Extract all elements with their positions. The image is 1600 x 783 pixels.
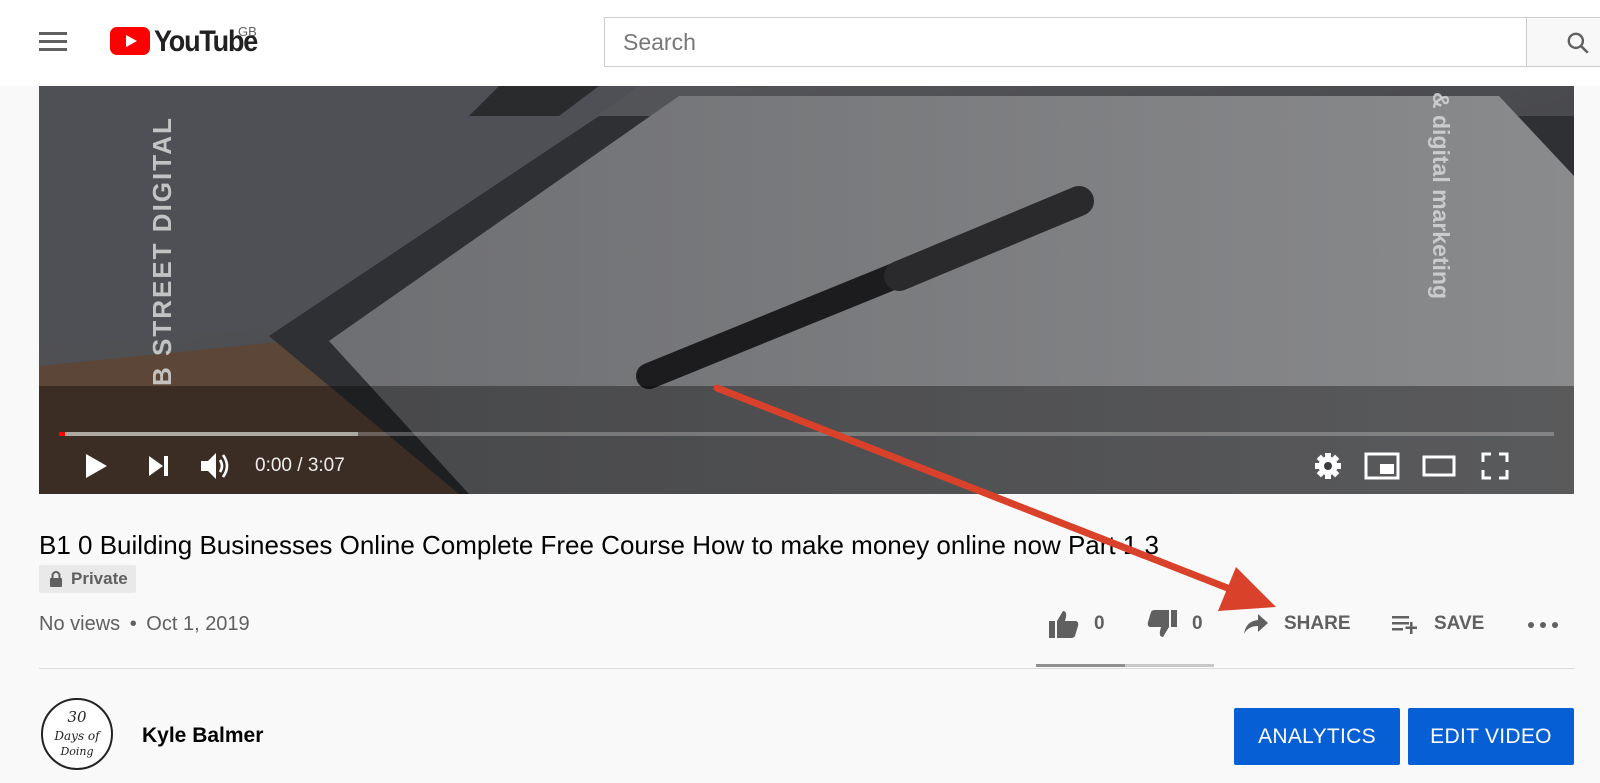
fullscreen-icon	[1481, 452, 1509, 480]
search-button[interactable]	[1526, 17, 1600, 67]
dislike-count: 0	[1192, 613, 1203, 634]
hamburger-menu-icon[interactable]	[36, 28, 70, 54]
analytics-button[interactable]: ANALYTICS	[1234, 708, 1400, 765]
search-icon	[1567, 32, 1589, 54]
play-button[interactable]	[79, 448, 113, 484]
more-horizontal-icon	[1528, 622, 1558, 628]
youtube-logo[interactable]: YouTube	[110, 24, 258, 58]
youtube-play-logo-icon	[110, 27, 150, 55]
more-actions-button[interactable]	[1526, 604, 1574, 644]
settings-button[interactable]	[1311, 448, 1345, 484]
share-arrow-icon	[1244, 614, 1268, 634]
time-display: 0:00 / 3:07	[255, 455, 345, 476]
miniplayer-icon	[1364, 452, 1400, 480]
svg-text:Doing: Doing	[59, 745, 93, 758]
add-to-playlist-icon	[1392, 616, 1417, 634]
theater-mode-icon	[1422, 455, 1456, 477]
progress-played	[59, 432, 65, 436]
volume-button[interactable]	[197, 448, 235, 484]
search-input[interactable]: Search	[604, 17, 1528, 67]
thumbs-up-icon	[1049, 611, 1079, 638]
sentiment-like-portion	[1036, 664, 1125, 667]
theater-mode-button[interactable]	[1419, 448, 1459, 484]
settings-gear-icon	[1315, 453, 1341, 479]
video-player[interactable]: B STREET DIGITAL & digital marketing 0:0…	[39, 86, 1574, 494]
miniplayer-button[interactable]	[1362, 448, 1402, 484]
play-icon	[86, 454, 107, 478]
sentiment-bar	[1036, 664, 1214, 667]
channel-name[interactable]: Kyle Balmer	[142, 724, 263, 748]
masthead: YouTube GB Search	[0, 0, 1600, 86]
like-count: 0	[1094, 613, 1105, 634]
region-code: GB	[238, 24, 257, 39]
channel-avatar[interactable]: 30 Days of Doing	[41, 698, 113, 770]
thumbs-down-icon	[1147, 610, 1177, 637]
view-count: No views	[39, 613, 121, 635]
save-button[interactable]: SAVE	[1390, 604, 1484, 644]
progress-buffer	[59, 432, 358, 436]
volume-icon	[201, 453, 229, 479]
svg-text:Days of: Days of	[53, 729, 102, 743]
save-label: SAVE	[1434, 613, 1485, 634]
divider	[39, 668, 1574, 669]
share-label: SHARE	[1284, 613, 1351, 634]
video-title: B1 0 Building Businesses Online Complete…	[39, 530, 1160, 560]
youtube-watch-page: YouTube GB Search B STREET DIGITAL & dig…	[0, 0, 1600, 783]
publish-date: Oct 1, 2019	[146, 613, 250, 635]
privacy-label: Private	[71, 569, 128, 588]
edit-video-button[interactable]: EDIT VIDEO	[1408, 708, 1574, 765]
search-placeholder: Search	[623, 28, 696, 55]
share-button[interactable]: SHARE	[1242, 604, 1351, 644]
view-count-and-date: No views • Oct 1, 2019	[39, 613, 250, 636]
like-button[interactable]: 0	[1048, 604, 1105, 644]
progress-bar[interactable]	[59, 432, 1554, 436]
watermark-left: B STREET DIGITAL	[147, 116, 177, 386]
privacy-badge: Private	[39, 565, 136, 593]
next-button[interactable]	[143, 448, 173, 484]
svg-text:30: 30	[67, 708, 87, 726]
next-icon	[149, 456, 168, 476]
fullscreen-button[interactable]	[1477, 448, 1513, 484]
meta-separator: •	[129, 613, 137, 635]
dislike-button[interactable]: 0	[1146, 604, 1203, 644]
watermark-right: & digital marketing	[1428, 92, 1454, 300]
avatar-logo: 30 Days of Doing	[53, 708, 102, 758]
lock-icon	[50, 571, 62, 587]
